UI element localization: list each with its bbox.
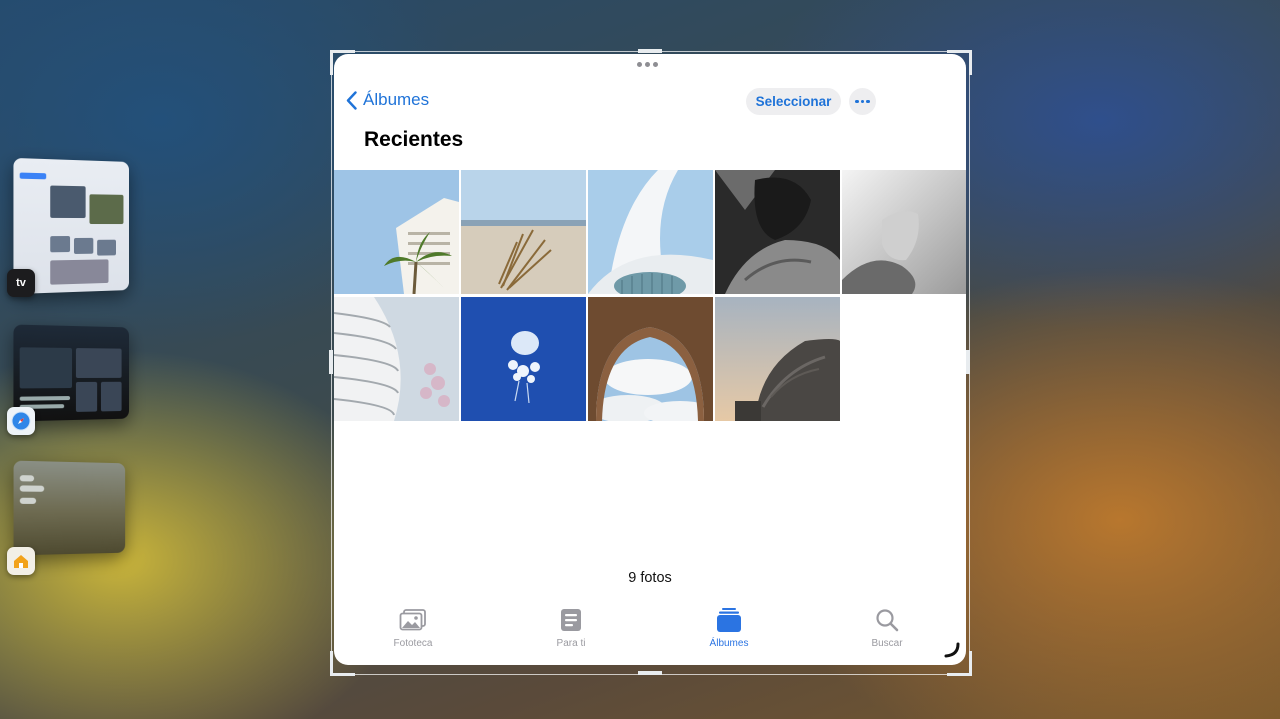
photo-baby-feet-black-and-white[interactable] bbox=[842, 170, 966, 294]
home-window-thumbnail[interactable] bbox=[13, 460, 126, 556]
resize-handle-left[interactable] bbox=[329, 350, 333, 374]
back-to-albums-button[interactable]: Álbumes bbox=[346, 90, 429, 110]
back-button-label: Álbumes bbox=[363, 90, 430, 109]
albums-icon bbox=[716, 608, 742, 635]
resize-handle-right[interactable] bbox=[966, 350, 970, 374]
window-resize-corner-icon[interactable] bbox=[944, 642, 960, 663]
tab-para-ti-label: Para ti bbox=[556, 638, 586, 649]
search-icon bbox=[875, 608, 899, 635]
window-multitasking-grabber[interactable] bbox=[637, 62, 658, 67]
photo-stone-arch-with-clouds[interactable] bbox=[588, 297, 713, 421]
photo-building-with-palm-trees[interactable] bbox=[334, 170, 459, 294]
tab-buscar[interactable]: Buscar bbox=[827, 608, 947, 649]
photo-curved-white-building[interactable] bbox=[334, 297, 459, 421]
select-button[interactable]: Seleccionar bbox=[746, 88, 841, 115]
more-options-button[interactable] bbox=[849, 88, 876, 115]
tab-albumes-label: Álbumes bbox=[709, 638, 749, 649]
apple-tv-icon[interactable]: tv bbox=[7, 269, 35, 297]
tab-para-ti[interactable]: Para ti bbox=[511, 608, 631, 649]
photo-dry-plant-on-beach[interactable] bbox=[461, 170, 586, 294]
tab-bar: Fototeca Para ti Álbumes Buscar bbox=[334, 602, 966, 665]
photo-white-futuristic-arch[interactable] bbox=[588, 170, 713, 294]
for-you-icon bbox=[559, 608, 583, 635]
ellipsis-icon bbox=[855, 99, 859, 104]
tab-albumes[interactable]: Álbumes bbox=[669, 608, 789, 649]
home-app-icon[interactable] bbox=[7, 547, 35, 575]
photo-library-icon bbox=[399, 608, 427, 635]
photo-hands-black-and-white[interactable] bbox=[715, 170, 840, 294]
page-title: Recientes bbox=[364, 128, 464, 151]
chevron-left-icon bbox=[346, 90, 357, 110]
tab-fototeca[interactable]: Fototeca bbox=[353, 608, 473, 649]
tv-icon-label: tv bbox=[16, 277, 26, 289]
photo-building-at-dusk[interactable] bbox=[715, 297, 840, 421]
photos-app-window: Álbumes Seleccionar Recientes 9 fotos Fo… bbox=[334, 54, 966, 665]
resize-handle-top[interactable] bbox=[638, 49, 662, 53]
safari-icon[interactable] bbox=[7, 407, 35, 435]
photo-count-label: 9 fotos bbox=[628, 570, 672, 586]
photo-jellyfish-blue-water[interactable] bbox=[461, 297, 586, 421]
tab-buscar-label: Buscar bbox=[871, 638, 903, 649]
tab-fototeca-label: Fototeca bbox=[393, 638, 433, 649]
resize-handle-bottom[interactable] bbox=[638, 671, 662, 675]
